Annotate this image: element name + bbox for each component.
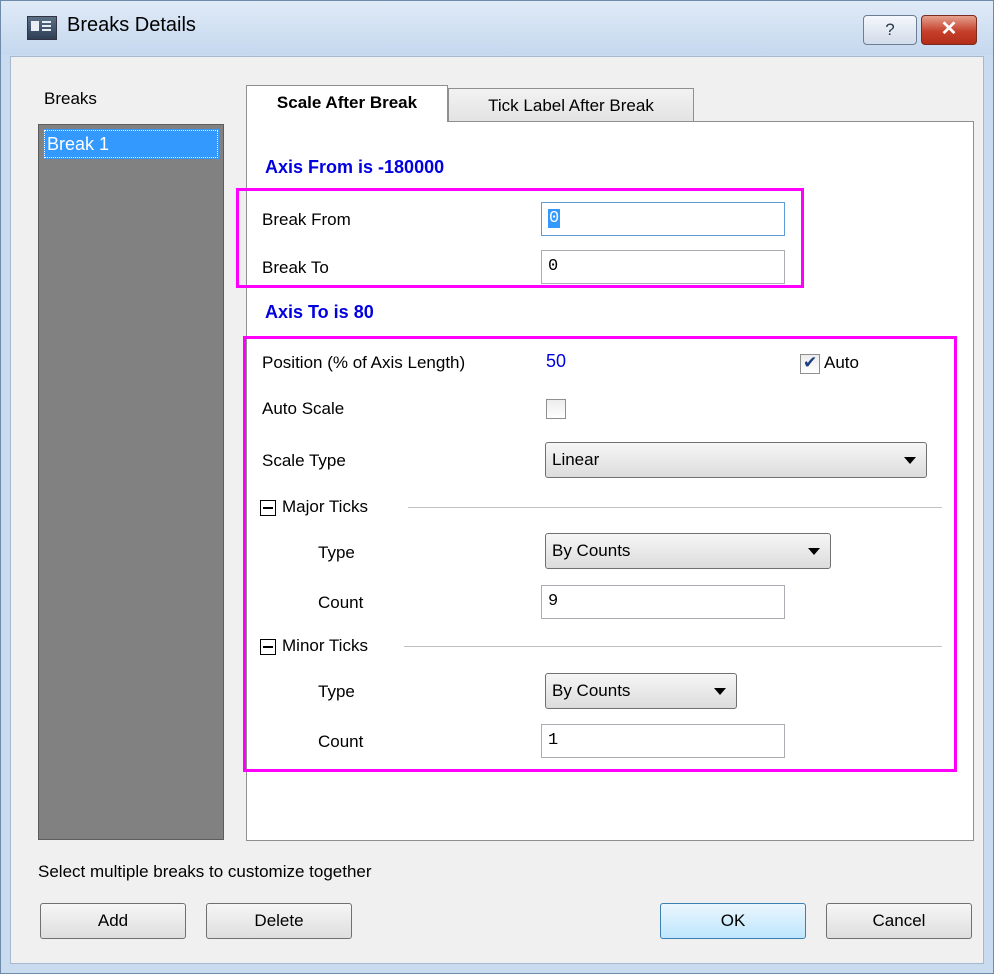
cancel-button[interactable]: Cancel — [826, 903, 972, 939]
tab-scale-after-break[interactable]: Scale After Break — [246, 85, 448, 122]
major-ticks-title: Major Ticks — [282, 497, 368, 516]
position-label: Position (% of Axis Length) — [262, 353, 466, 372]
close-button[interactable]: ✕ — [921, 15, 977, 45]
break-from-value: 0 — [548, 209, 561, 228]
position-value: 50 — [546, 351, 567, 371]
app-icon — [27, 16, 57, 40]
major-type-select[interactable]: By Counts — [545, 533, 831, 569]
scale-type-label: Scale Type — [262, 451, 346, 470]
scale-type-value: Linear — [552, 450, 600, 469]
minor-type-select[interactable]: By Counts — [545, 673, 737, 709]
break-to-label: Break To — [262, 258, 329, 277]
auto-position-checkbox[interactable] — [800, 353, 820, 374]
minor-ticks-divider — [404, 646, 942, 647]
footer-note: Select multiple breaks to customize toge… — [38, 862, 372, 881]
break-from-label: Break From — [262, 210, 351, 229]
axis-to-heading: Axis To is 80 — [265, 302, 374, 322]
breaks-label: Breaks — [44, 89, 97, 108]
ok-button[interactable]: OK — [660, 903, 806, 939]
tab-tick-label-after-break[interactable]: Tick Label After Break — [448, 88, 694, 122]
collapse-major-ticks-icon[interactable] — [260, 500, 276, 516]
minor-count-label: Count — [318, 732, 364, 751]
auto-scale-label: Auto Scale — [262, 399, 345, 418]
major-ticks-divider — [408, 507, 942, 508]
chevron-down-icon — [808, 548, 820, 555]
major-type-value: By Counts — [552, 541, 631, 560]
auto-scale-checkbox[interactable] — [546, 399, 566, 419]
major-count-label: Count — [318, 593, 364, 612]
minor-count-field[interactable]: 1 — [541, 724, 785, 758]
collapse-minor-ticks-icon[interactable] — [260, 639, 276, 655]
minor-type-value: By Counts — [552, 681, 631, 700]
list-item-break-1[interactable]: Break 1 — [43, 129, 219, 159]
add-button[interactable]: Add — [40, 903, 186, 939]
help-button[interactable]: ? — [863, 15, 917, 45]
major-type-label: Type — [318, 543, 355, 562]
chevron-down-icon — [714, 688, 726, 695]
minor-type-label: Type — [318, 682, 355, 701]
breaks-list[interactable]: Break 1 — [38, 124, 224, 840]
scale-type-select[interactable]: Linear — [545, 442, 927, 478]
break-to-field[interactable]: 0 — [541, 250, 785, 284]
minor-ticks-title: Minor Ticks — [282, 636, 368, 655]
auto-position-label: Auto — [824, 353, 859, 372]
title-bar: Breaks Details ? ✕ — [1, 1, 993, 55]
break-from-field[interactable]: 0 — [541, 202, 785, 236]
delete-button[interactable]: Delete — [206, 903, 352, 939]
axis-from-heading: Axis From is -180000 — [265, 157, 445, 177]
window-title: Breaks Details — [67, 14, 196, 36]
major-count-field[interactable]: 9 — [541, 585, 785, 619]
chevron-down-icon — [904, 457, 916, 464]
